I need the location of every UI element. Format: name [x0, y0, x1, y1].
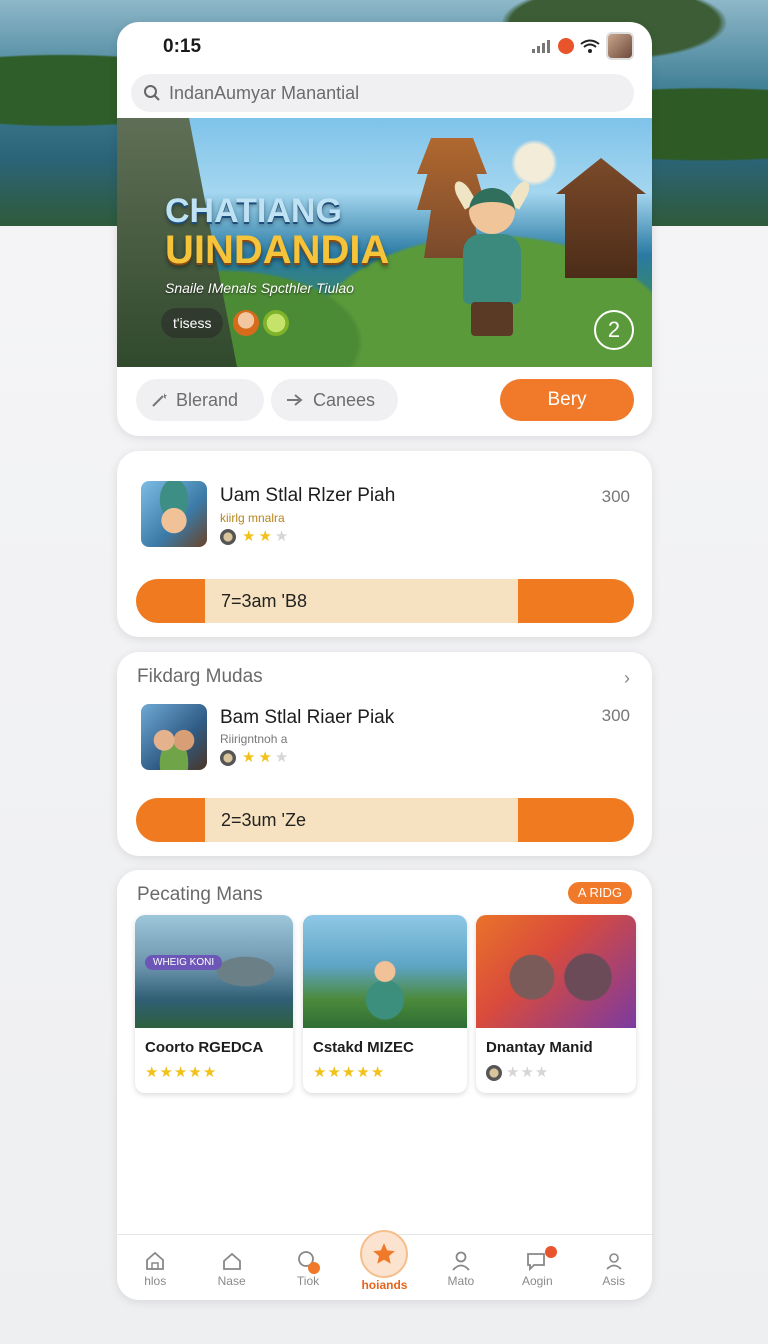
star-icon [373, 1242, 396, 1264]
home-icon [146, 1251, 165, 1270]
progress-bar[interactable]: 2=3um 'Ze [136, 798, 634, 842]
star-icon: ★ [242, 749, 256, 766]
nav-item-home[interactable]: hlos [125, 1248, 185, 1288]
profile-avatar[interactable] [606, 32, 634, 60]
game-rating: ★ ★ ★ ★ ★ [313, 1064, 385, 1081]
user-icon [452, 1251, 470, 1271]
hero-character [450, 178, 534, 338]
star-icon: ★ [242, 528, 256, 545]
game-card[interactable]: WHEIG KONI Coorto RGEDCA ★ ★ ★ ★ ★ [135, 915, 293, 1093]
search-input[interactable]: IndanAumyar Manantial [169, 83, 359, 104]
game-card[interactable]: Cstakd MIZEC ★ ★ ★ ★ ★ [303, 915, 467, 1093]
house-icon [222, 1252, 241, 1270]
search-bar[interactable]: IndanAumyar Manantial [131, 74, 634, 112]
bottom-nav: hlos Nase Tiok hoiands Mato Aogin Asis [117, 1229, 652, 1300]
arrow-icon [287, 394, 303, 406]
hero-banner[interactable]: CHATIANG UINDANDIA Snaile IMenals Spcthl… [117, 118, 652, 367]
game-rating: ★ ★ ★ ★ ★ [145, 1064, 217, 1081]
hero-avatar [263, 310, 289, 336]
game-name: Dnantay Manid [486, 1039, 593, 1056]
nav-item-nase[interactable]: Nase [202, 1248, 262, 1288]
avatar [486, 1065, 502, 1081]
wand-icon [152, 393, 167, 407]
star-icon: ★ [258, 749, 272, 766]
header-card: 0:15 IndanAumyar Manantial CHATIANG UIND… [117, 22, 652, 436]
item-card[interactable]: Fikdarg Mudas › Bam Stlal Riaer Piak Rii… [117, 652, 652, 856]
game-art [303, 915, 467, 1028]
game-art: WHEIG KONI [135, 915, 293, 1028]
nav-item-hoiands[interactable]: hoiands [354, 1229, 414, 1292]
game-name: Cstakd MIZEC [313, 1039, 414, 1056]
item-price: 300 [601, 706, 630, 725]
star-icon: ★ [274, 528, 289, 545]
hero-title-line2: UINDANDIA [165, 228, 390, 272]
item-tag: kiirlg mnalra [220, 511, 285, 525]
item-rating: ★ ★ ★ [220, 750, 288, 766]
buy-button[interactable]: Bery [500, 379, 634, 421]
item-tag: Riirigntnoh a [220, 732, 288, 746]
section-badge[interactable]: A RIDG [567, 882, 632, 904]
progress-label: 7=3am 'B8 [221, 591, 307, 611]
chevron-right-icon[interactable]: › [624, 668, 630, 689]
section-title: Fikdarg Mudas [137, 666, 263, 687]
signal-icon [532, 39, 552, 53]
avatar [220, 750, 236, 766]
game-name: Coorto RGEDCA [145, 1039, 264, 1056]
profile-icon [606, 1252, 622, 1270]
item-price: 300 [601, 487, 630, 506]
nav-label: Tiok [296, 1273, 320, 1288]
canes-button[interactable]: Canees [271, 379, 398, 421]
nav-label: hoiands [361, 1277, 408, 1292]
item-card[interactable]: Uam Stlal Rlzer Piah kiirlg mnalra ★ ★ ★ 3… [117, 451, 652, 637]
nav-label: hlos [144, 1273, 167, 1288]
item-rating: ★ ★ ★ [220, 529, 288, 545]
nav-label: Asis [602, 1273, 626, 1288]
status-icons [532, 32, 634, 60]
blend-button[interactable]: Blerand [136, 379, 264, 421]
nav-item-mato[interactable]: Mato [431, 1248, 491, 1288]
section-title: Pecating Mans [137, 884, 263, 905]
item-thumbnail [141, 481, 207, 547]
item-thumbnail [141, 704, 207, 770]
nav-item-aogin[interactable]: Aogin [507, 1245, 567, 1288]
hero-avatar [233, 310, 259, 336]
wifi-icon [580, 39, 600, 53]
hero-badge[interactable]: 2 [594, 310, 634, 350]
nav-label: Aogin [521, 1273, 553, 1288]
avatar [220, 529, 236, 545]
nav-item-asis[interactable]: Asis [584, 1248, 644, 1288]
notification-icon[interactable] [558, 38, 574, 54]
game-rating: ★ ★ ★ [486, 1065, 548, 1081]
item-name: Bam Stlal Riaer Piak [220, 707, 395, 728]
nav-item-tiok[interactable]: Tiok [278, 1248, 338, 1288]
progress-label: 2=3um 'Ze [221, 810, 306, 830]
star-icon: ★ [274, 749, 289, 766]
hero-hut [556, 158, 646, 278]
action-row: Blerand Canees Bery [136, 379, 634, 423]
hero-subtitle: Snaile IMenals Spcthler Tiulao [165, 280, 354, 296]
status-time: 0:15 [163, 36, 202, 57]
search-icon [144, 85, 160, 101]
games-section: Pecating Mans A RIDG WHEIG KONI Coorto R… [117, 870, 652, 1300]
progress-bar[interactable]: 7=3am 'B8 [136, 579, 634, 623]
hero-title-line1: CHATIANG [165, 192, 342, 230]
hero-chip[interactable]: t'isess [161, 308, 224, 338]
game-card[interactable]: Dnantay Manid ★ ★ ★ [476, 915, 636, 1093]
game-art [476, 915, 636, 1028]
star-icon: ★ [258, 528, 272, 545]
nav-label: Nase [217, 1273, 246, 1288]
nav-label: Mato [447, 1273, 475, 1288]
item-name: Uam Stlal Rlzer Piah [220, 485, 396, 506]
art-label: WHEIG KONI [145, 955, 223, 970]
